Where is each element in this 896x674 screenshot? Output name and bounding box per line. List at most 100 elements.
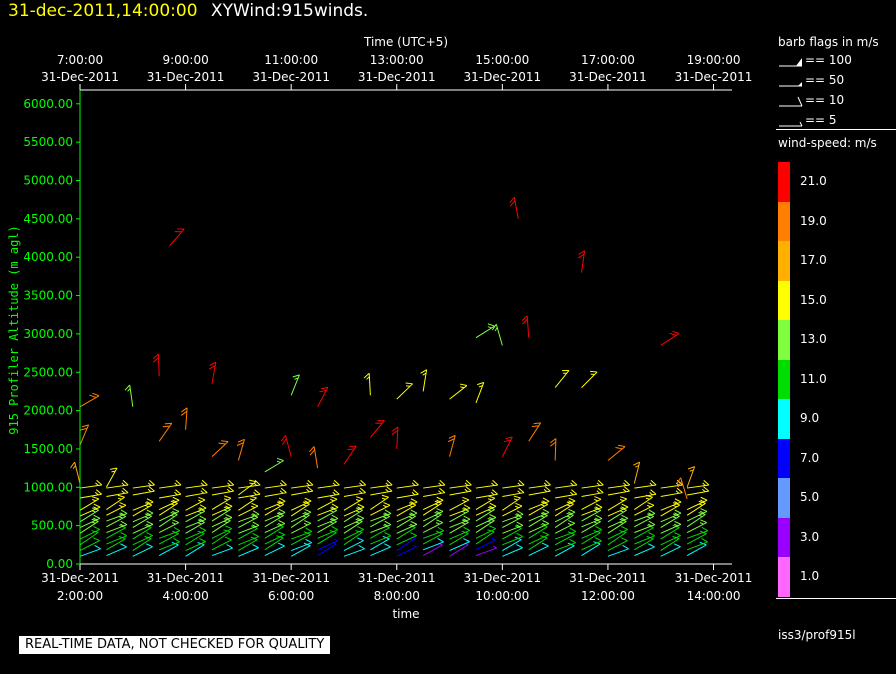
- barb-feather: [621, 514, 629, 519]
- barb-feather: [250, 516, 255, 520]
- barb-feather: [225, 502, 233, 507]
- speed-swatch-label: 15.0: [800, 292, 827, 307]
- quality-warning-banner: REAL-TIME DATA, NOT CHECKED FOR QUALITY: [19, 636, 331, 654]
- barb-feather: [279, 490, 284, 494]
- barb-feather: [618, 444, 626, 448]
- wind-barb: [79, 548, 101, 557]
- barb-feather: [461, 510, 466, 514]
- speed-swatch: [778, 399, 790, 439]
- barb-feather: [623, 482, 627, 486]
- y-tick-label: 2500.00: [23, 365, 73, 379]
- barb-feather: [701, 538, 708, 543]
- barb-feather: [699, 522, 704, 525]
- wind-barb: [396, 493, 419, 499]
- speed-swatch: [778, 241, 790, 281]
- speed-swatch: [778, 478, 790, 518]
- barb-feather: [596, 482, 601, 486]
- barb-feather: [487, 323, 495, 327]
- wind-barb: [502, 484, 525, 489]
- y-tick-label: 6000.00: [23, 97, 73, 111]
- barb-feather: [593, 510, 598, 513]
- barb-feather: [94, 491, 99, 496]
- barb-feather: [251, 502, 259, 507]
- header-datetime: 31-dec-2011,14:00:00: [8, 1, 198, 21]
- wind-barb: [317, 493, 340, 499]
- barb-feather: [279, 482, 284, 486]
- wind-barb: [158, 422, 173, 442]
- barb-feather: [172, 508, 180, 512]
- barb-feather: [225, 525, 232, 530]
- wind-barb: [264, 460, 284, 473]
- y-tick-label: 4000.00: [23, 250, 73, 264]
- barb-feather: [700, 496, 708, 501]
- wind-barb: [237, 439, 245, 461]
- barb-feather: [673, 543, 681, 548]
- barb-feather: [408, 504, 413, 508]
- top-tick-time: 15:00:00: [475, 53, 529, 67]
- barb-feather: [491, 482, 495, 486]
- barb-feather: [199, 538, 206, 543]
- wind-barb: [264, 492, 287, 497]
- barb-feather: [119, 502, 127, 506]
- barb-feather: [278, 508, 286, 513]
- barb-feather: [410, 532, 417, 536]
- speed-swatch-label: 9.0: [800, 411, 820, 425]
- barb-feather: [621, 503, 629, 508]
- wind-barb: [513, 197, 519, 219]
- barb-feather: [146, 532, 153, 536]
- wind-barb: [396, 383, 413, 400]
- barb-feather: [385, 482, 390, 486]
- barb-feather: [146, 509, 154, 514]
- barb-feather: [595, 537, 602, 542]
- barb-feather: [199, 515, 207, 520]
- barb-feather: [412, 544, 417, 548]
- wind-barb: [660, 333, 680, 346]
- barb-feather: [357, 503, 365, 508]
- barb-feather: [645, 497, 650, 500]
- barb-feather: [144, 504, 149, 508]
- barb-feather: [304, 508, 312, 513]
- barb-feather: [516, 544, 523, 549]
- speed-swatch: [778, 438, 790, 479]
- speed-swatch-label: 1.0: [800, 569, 820, 583]
- bottom-tick-date: 31-Dec-2011: [675, 571, 753, 585]
- barb-feather: [225, 514, 233, 518]
- barb-feather: [438, 490, 442, 494]
- wind-barb: [79, 424, 90, 446]
- barb-feather: [674, 509, 682, 514]
- wind-barb: [555, 493, 577, 499]
- barb-feather: [488, 495, 495, 499]
- barb-feather: [251, 505, 256, 509]
- barb-feather: [306, 488, 310, 493]
- barb-feather: [405, 382, 413, 385]
- wind-barb: [607, 490, 630, 496]
- wind-barb: [211, 490, 234, 496]
- wind-barb: [680, 477, 688, 499]
- wind-barb: [132, 484, 155, 489]
- barb-feather: [384, 543, 391, 548]
- wind-barb: [79, 540, 100, 552]
- y-tick-label: 3000.00: [23, 327, 73, 341]
- wind-barb: [475, 493, 498, 499]
- wind-barb: [159, 484, 182, 489]
- barb-feather: [674, 498, 682, 503]
- flag-label-5: == 5: [805, 113, 837, 127]
- wind-barb: [449, 435, 456, 457]
- wind-barb: [475, 484, 498, 489]
- barb-feather: [226, 488, 231, 493]
- wind-barb: [106, 484, 129, 489]
- bottom-tick-time: 8:00:00: [374, 589, 420, 603]
- barb-feather: [171, 522, 176, 525]
- barb-feather: [252, 521, 260, 526]
- barb-feather: [648, 509, 656, 514]
- top-tick-time: 9:00:00: [162, 53, 208, 67]
- barb-feather: [145, 543, 153, 548]
- wind-barb: [211, 484, 234, 489]
- barb-feather: [356, 496, 363, 500]
- barb-feather: [649, 491, 653, 496]
- barb-feather: [595, 514, 603, 519]
- wind-barb: [313, 446, 319, 469]
- barb-feather: [93, 526, 100, 530]
- barb-feather: [172, 519, 179, 524]
- speed-swatch: [778, 557, 790, 597]
